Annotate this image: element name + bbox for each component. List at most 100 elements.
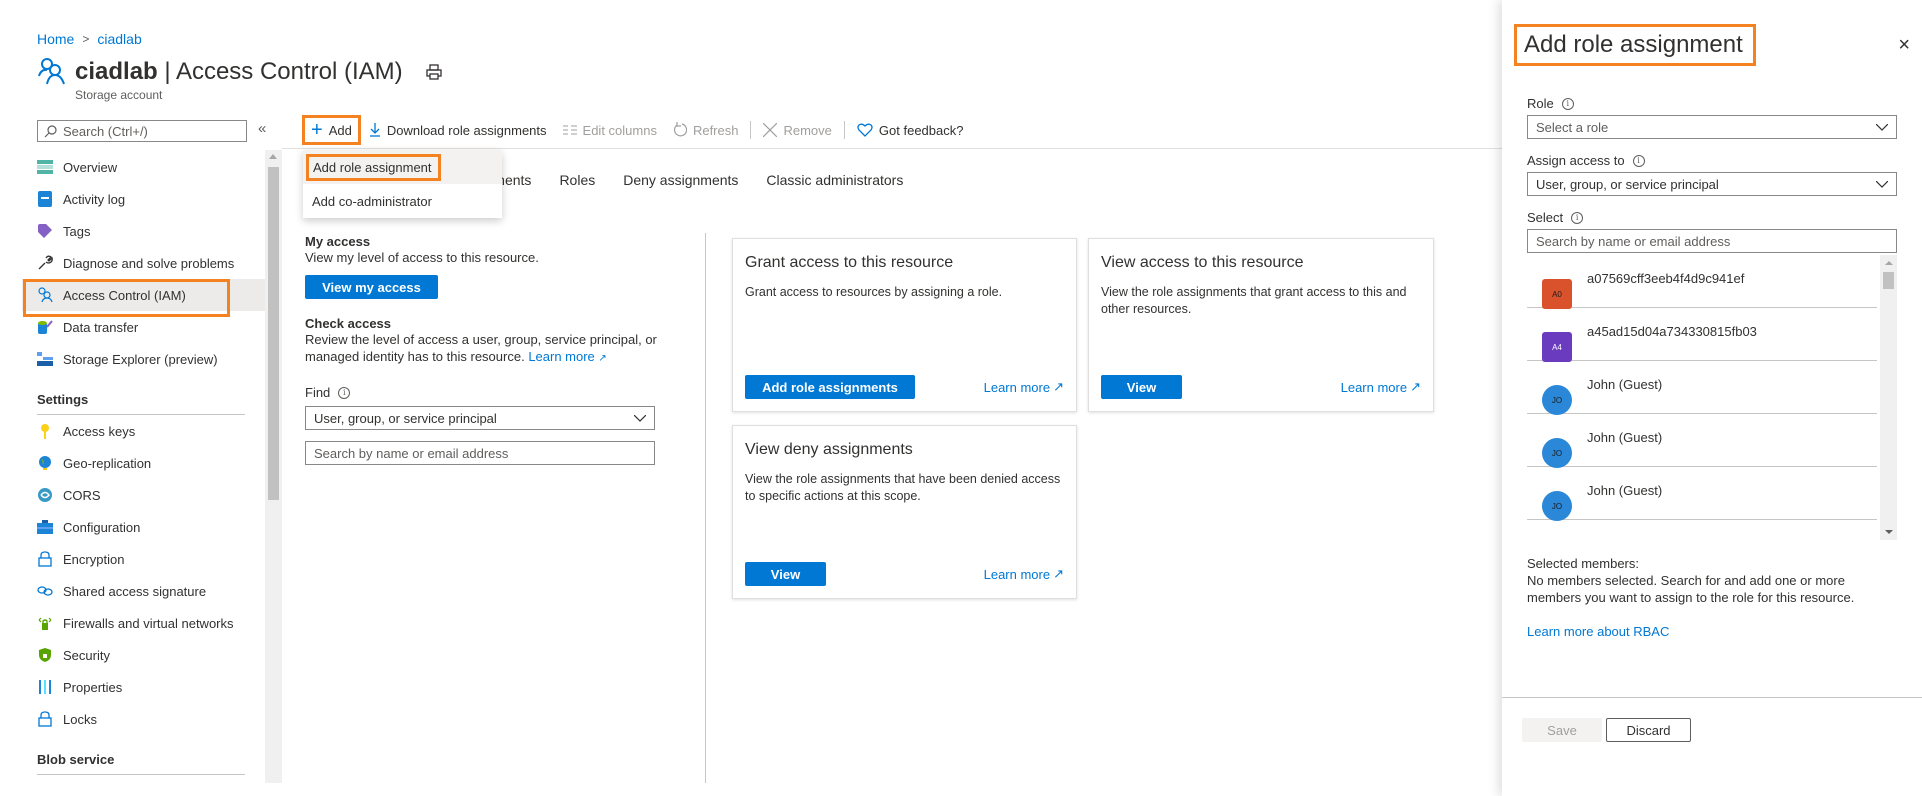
remove-button[interactable]: Remove (755, 115, 839, 145)
sidebar-item-storage-explorer[interactable]: Storage Explorer (preview) (22, 343, 265, 375)
find-select[interactable]: User, group, or service principal (305, 406, 655, 430)
scroll-up-icon[interactable] (1885, 261, 1893, 265)
cors-icon (37, 487, 53, 503)
breadcrumb: Home > ciadlab (37, 31, 142, 47)
nav-scrollbar[interactable] (265, 150, 282, 783)
list-item[interactable]: A0 a07569cff3eeb4f4d9c941ef (1527, 255, 1877, 309)
add-dropdown-menu: Add role assignment Add co-administrator (303, 150, 502, 218)
list-item[interactable]: JO John (Guest) (1527, 414, 1877, 468)
sidebar-item-data-transfer[interactable]: Data transfer (22, 311, 265, 343)
print-icon[interactable] (425, 63, 443, 81)
member-list-scrollbar[interactable] (1880, 255, 1897, 540)
download-role-assignments-button[interactable]: Download role assignments (361, 115, 555, 145)
list-item[interactable]: JO John (Guest) (1527, 361, 1877, 415)
chevron-down-icon (1876, 123, 1888, 131)
search-icon (44, 124, 57, 137)
breadcrumb-current[interactable]: ciadlab (97, 31, 141, 47)
key-icon (37, 423, 53, 439)
sidebar-item-tags[interactable]: Tags (22, 215, 265, 247)
sidebar-item-geo-replication[interactable]: Geo-replication (22, 447, 265, 479)
properties-icon (37, 679, 53, 695)
scrollbar-thumb[interactable] (1883, 272, 1894, 289)
panel-footer-divider (1502, 697, 1922, 698)
info-icon: i (338, 386, 351, 399)
overview-icon (37, 159, 53, 175)
sidebar-item-overview[interactable]: Overview (22, 151, 265, 183)
tab-deny-assignments[interactable]: Deny assignments (623, 172, 738, 188)
section-divider (705, 233, 706, 783)
member-search-input[interactable]: Search by name or email address (1527, 229, 1897, 253)
my-access-title: My access (305, 234, 371, 249)
sidebar-item-security[interactable]: Security (22, 639, 265, 671)
add-role-assignments-button[interactable]: Add role assignments (745, 375, 915, 399)
view-deny-button[interactable]: View (745, 562, 826, 586)
feedback-button[interactable]: Got feedback? (849, 115, 972, 145)
sidebar-item-cors[interactable]: CORS (22, 479, 265, 511)
shield-icon (37, 647, 53, 663)
avatar: JO (1542, 385, 1572, 415)
sidebar-item-locks[interactable]: Locks (22, 703, 265, 735)
member-name: a07569cff3eeb4f4d9c941ef (1587, 271, 1745, 286)
menu-item-add-co-administrator[interactable]: Add co-administrator (303, 184, 502, 218)
learn-more-link[interactable]: Learn more ↗ (984, 379, 1064, 395)
selected-members-label: Selected members: (1527, 556, 1639, 571)
command-bar: + Add Download role assignments Edit col… (302, 115, 971, 145)
scroll-up-icon[interactable] (269, 154, 277, 159)
refresh-button[interactable]: Refresh (665, 115, 747, 145)
assign-access-select[interactable]: User, group, or service principal (1527, 172, 1897, 196)
nav-search-input[interactable]: Search (Ctrl+/) (37, 120, 247, 142)
edit-columns-button[interactable]: Edit columns (555, 115, 665, 145)
card-title: Grant access to this resource (745, 254, 954, 271)
page-header: ciadlab | Access Control (IAM) (37, 56, 443, 88)
external-link-icon: ↗ (1053, 379, 1064, 394)
command-bar-divider (282, 148, 1502, 149)
panel-title: Add role assignment (1514, 24, 1756, 66)
sidebar-item-diagnose[interactable]: Diagnose and solve problems (22, 247, 265, 279)
save-button[interactable]: Save (1522, 718, 1602, 742)
check-access-description: Review the level of access a user, group… (305, 332, 657, 364)
sidebar-item-shared-access-signature[interactable]: Shared access signature (22, 575, 265, 607)
chevron-down-icon (1876, 180, 1888, 188)
tab-roles[interactable]: Roles (559, 172, 595, 188)
learn-more-link[interactable]: Learn more ↗ (1341, 379, 1421, 395)
card-title: View deny assignments (745, 441, 913, 458)
sidebar-item-access-keys[interactable]: Access keys (22, 415, 265, 447)
rbac-learn-more-link[interactable]: Learn more about RBAC (1527, 623, 1897, 640)
close-icon[interactable]: × (1898, 34, 1910, 57)
scrollbar-thumb[interactable] (268, 167, 279, 500)
selected-members-section: Selected members: No members selected. S… (1527, 555, 1897, 640)
check-access-search-input[interactable]: Search by name or email address (305, 441, 655, 465)
role-select[interactable]: Select a role (1527, 115, 1897, 139)
people-icon (38, 58, 65, 85)
card-title: View access to this resource (1101, 254, 1304, 271)
view-my-access-button[interactable]: View my access (305, 275, 438, 299)
sidebar-item-configuration[interactable]: Configuration (22, 511, 265, 543)
sidebar-item-firewalls[interactable]: Firewalls and virtual networks (22, 607, 265, 639)
sidebar-item-properties[interactable]: Properties (22, 671, 265, 703)
learn-more-link[interactable]: Learn more ↗ (984, 566, 1064, 582)
tab-classic-administrators[interactable]: Classic administrators (766, 172, 903, 188)
info-icon: i (1571, 211, 1584, 224)
list-item[interactable]: A4 a45ad15d04a734330815fb03 (1527, 308, 1877, 362)
menu-item-add-role-assignment[interactable]: Add role assignment (303, 150, 502, 184)
member-name: John (Guest) (1587, 377, 1663, 392)
scroll-down-icon[interactable] (1885, 530, 1893, 534)
breadcrumb-home[interactable]: Home (37, 31, 74, 47)
view-button[interactable]: View (1101, 375, 1182, 399)
check-access-learn-more-link[interactable]: Learn more ↗ (528, 349, 607, 364)
list-item[interactable]: JO John (Guest) (1527, 467, 1877, 521)
heart-icon (857, 123, 873, 137)
wrench-icon (37, 255, 53, 271)
sidebar-item-activity-log[interactable]: Activity log (22, 183, 265, 215)
nav-search-placeholder: Search (Ctrl+/) (63, 123, 148, 139)
lock-icon (37, 551, 53, 567)
collapse-nav-button[interactable]: « (258, 120, 266, 137)
find-label: Find i (305, 385, 675, 400)
globe-icon (37, 455, 53, 471)
info-icon: i (1561, 97, 1574, 110)
sidebar-item-access-control[interactable]: Access Control (IAM) (22, 279, 265, 317)
data-transfer-icon (37, 319, 53, 335)
sidebar-item-encryption[interactable]: Encryption (22, 543, 265, 575)
add-button[interactable]: + Add (302, 115, 361, 145)
discard-button[interactable]: Discard (1606, 718, 1691, 742)
